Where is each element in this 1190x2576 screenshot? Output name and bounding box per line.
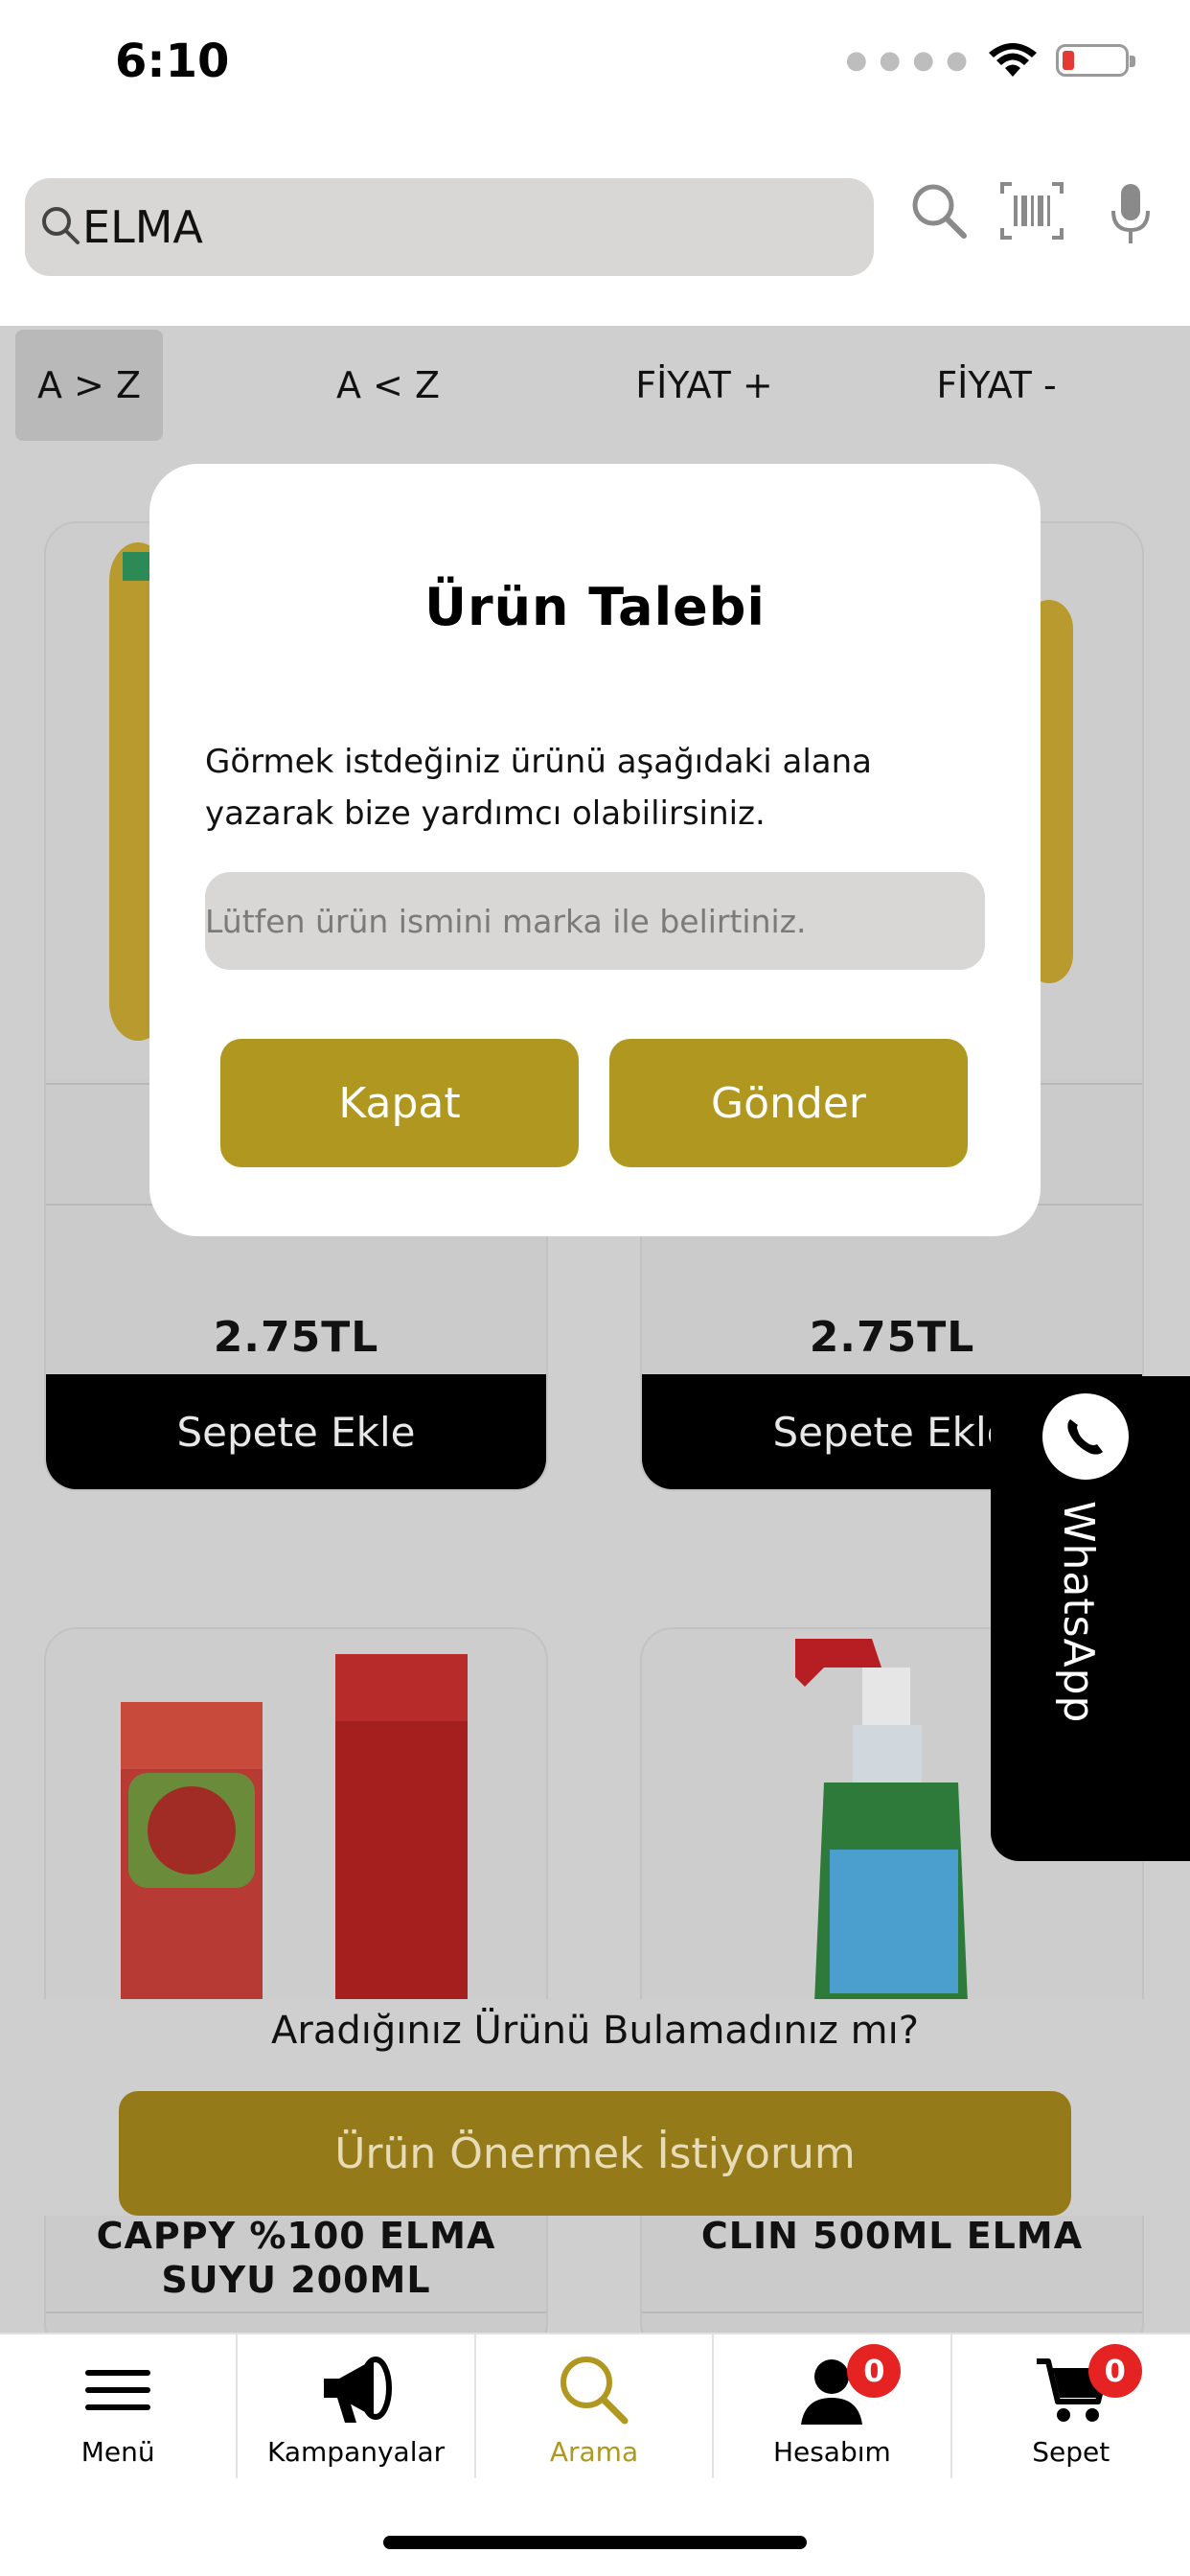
close-button[interactable]: Kapat [220,1039,579,1167]
tab-label: Kampanyalar [267,2436,446,2468]
phone-icon [1042,1393,1129,1480]
product-price: 2.75TL [213,1313,379,1362]
sort-tab-price-desc[interactable]: FİYAT - [910,330,1083,441]
barcode-icon[interactable] [1000,182,1064,240]
tab-bar: Menü Kampanyalar Arama 0 Hesabım 0 Sepet [0,2333,1190,2478]
add-to-cart-button[interactable]: Sepete Ekle [46,1374,546,1489]
whatsapp-button[interactable]: WhatsApp [991,1376,1190,1861]
tab-campaigns[interactable]: Kampanyalar [238,2334,476,2478]
sort-tab-a-to-z[interactable]: A > Z [15,330,163,441]
status-time: 6:10 [115,34,230,88]
product-request-input[interactable] [205,872,985,970]
cart-badge: 0 [1087,2344,1142,2398]
sort-bar: A > Z A < Z FİYAT + FİYAT - [0,326,1190,450]
account-badge: 0 [847,2344,902,2398]
sort-tab-z-to-a[interactable]: A < Z [307,330,469,441]
search-input[interactable] [82,196,849,259]
product-not-found-banner: Aradığınız Ürünü Bulamadınız mı? Ürün Ön… [0,1999,1190,2216]
sort-tab-price-asc[interactable]: FİYAT + [613,330,795,441]
tab-search[interactable]: Arama [476,2334,715,2478]
user-icon: 0 [797,2344,902,2428]
wifi-icon [989,43,1037,77]
microphone-icon[interactable] [1110,182,1152,245]
tab-label: Arama [549,2436,639,2468]
tab-label: Hesabım [772,2436,891,2468]
tab-cart[interactable]: 0 Sepet [952,2334,1190,2478]
status-icons: ● ● ● ● [845,42,1135,79]
search-field-icon [42,207,80,244]
send-button[interactable]: Gönder [609,1039,968,1167]
tab-account[interactable]: 0 Hesabım [714,2334,952,2478]
whatsapp-label: WhatsApp [1054,1501,1103,1724]
search-icon [558,2352,630,2428]
tab-menu[interactable]: Menü [0,2334,239,2478]
not-found-question: Aradığınız Ürünü Bulamadınız mı? [271,2009,919,2053]
megaphone-icon [318,2352,395,2428]
menu-icon [83,2352,152,2428]
search-box[interactable] [25,178,874,276]
modal-description: Görmek istdeğiniz ürünü aşağıdaki alana … [205,743,872,833]
home-indicator [383,2536,807,2549]
product-card[interactable]: CAPPY %100 ELMA SUYU 200ML [44,1627,548,2334]
search-header [0,134,1190,326]
search-icon[interactable] [910,182,968,240]
tab-label: Sepet [1032,2436,1110,2468]
cart-icon: 0 [1035,2344,1142,2428]
product-name: CAPPY %100 ELMA SUYU 200ML [96,2215,496,2301]
battery-icon [1056,44,1135,77]
modal-title: Ürün Talebi [424,577,766,637]
product-name: CLIN 500ML ELMA [700,2215,1084,2257]
status-bar: 6:10 ● ● ● ● [0,0,1190,134]
product-request-modal: Ürün Talebi Görmek istdeğiniz ürünü aşağ… [149,464,1041,1236]
tab-label: Menü [80,2436,155,2468]
product-image [46,1629,546,2003]
suggest-product-button[interactable]: Ürün Önermek İstiyorum [119,2091,1071,2216]
cellular-signal-icon: ● ● ● ● [845,46,970,75]
product-price: 2.75TL [809,1313,975,1362]
